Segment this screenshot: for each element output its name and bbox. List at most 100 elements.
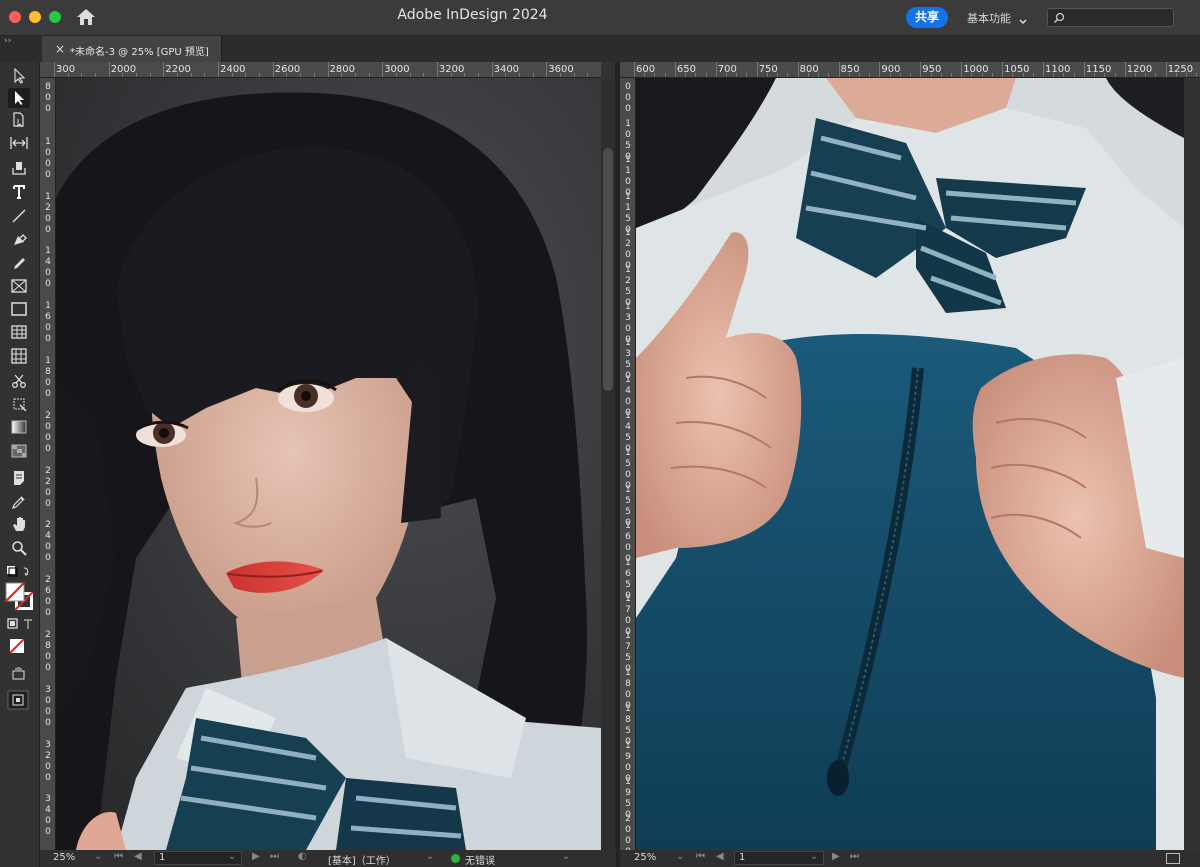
last-page-icon[interactable]: ⏭ (850, 851, 859, 862)
ruler-tick-label: 8 0 0 (45, 82, 51, 114)
ruler-minor-tick (930, 73, 932, 77)
ruler-major-tick (491, 62, 493, 77)
ruler-tick-label: 300 (56, 64, 76, 75)
page-tool-icon[interactable] (8, 110, 30, 130)
ruler-major-tick (1083, 62, 1085, 77)
note-tool-icon[interactable] (8, 468, 30, 488)
ruler-minor-tick (300, 73, 302, 77)
first-page-icon[interactable]: ⏮ (114, 851, 123, 862)
vertical-ruler-left: 8 0 0 1 0 0 0 1 2 0 0 1 4 0 0 1 6 0 0 1 8 0 0… (40, 78, 56, 850)
ruler-major-tick (879, 62, 881, 77)
window-mode-icon[interactable] (1166, 853, 1180, 864)
previous-page-icon[interactable]: ◀ (134, 851, 142, 862)
ruler-major-tick (218, 62, 220, 77)
preflight-profile[interactable]: [基本]（工作） (328, 852, 396, 867)
chevron-down-icon[interactable]: ⌄ (94, 851, 102, 862)
grid-tool-icon[interactable] (8, 346, 30, 366)
screen-mode-icon[interactable] (10, 666, 28, 680)
chevron-down-icon[interactable]: ⌄ (676, 851, 684, 862)
app-title: Adobe InDesign 2024 (397, 7, 548, 23)
zoom-level[interactable]: 25% (53, 852, 75, 863)
content-collector-icon[interactable] (8, 158, 30, 178)
rectangle-frame-tool-icon[interactable] (8, 277, 30, 297)
pencil-tool-icon[interactable] (8, 254, 30, 274)
chevron-down-icon[interactable]: ⌄ (228, 851, 236, 862)
ruler-tick-label: 1100 (1045, 64, 1071, 75)
zoom-tool-icon[interactable] (8, 538, 30, 558)
document-tab-title[interactable]: *未命名-3 @ 25% [GPU 预览] (70, 43, 209, 58)
chevron-down-icon[interactable]: ⌄ (810, 851, 818, 862)
zoom-level[interactable]: 25% (634, 852, 656, 863)
ruler-tick-label: 600 (636, 64, 656, 75)
ruler-minor-tick (746, 73, 748, 77)
tab-close-icon[interactable]: × (55, 42, 65, 56)
ruler-minor-tick (705, 73, 707, 77)
ruler-minor-tick (177, 73, 179, 77)
ruler-minor-tick (95, 73, 97, 77)
horizontal-ruler-left: 3002000220024002600280030003200340036003 (40, 62, 601, 78)
ruler-minor-tick (777, 73, 779, 77)
ruler-major-tick (108, 62, 110, 77)
ruler-minor-tick (664, 73, 666, 77)
first-page-icon[interactable]: ⏮ (696, 851, 705, 862)
selection-tool-icon[interactable] (8, 66, 30, 86)
ruler-tick-label: 1150 (1085, 64, 1112, 75)
last-page-icon[interactable]: ⏭ (270, 851, 279, 862)
ruler-minor-tick (313, 73, 315, 77)
share-button[interactable]: 共享 (906, 7, 948, 28)
chevron-down-icon[interactable]: ⌄ (426, 851, 434, 862)
type-tool-icon[interactable] (8, 182, 30, 202)
ruler-tick-label: 850 (840, 64, 860, 75)
eyedropper-icon[interactable] (8, 492, 30, 512)
next-page-icon[interactable]: ▶ (252, 851, 260, 862)
next-page-icon[interactable]: ▶ (832, 851, 840, 862)
ruler-tick-label: 900 (881, 64, 901, 75)
search-input[interactable] (1047, 8, 1174, 27)
formatting-affects-icon[interactable] (6, 616, 36, 630)
collapse-panel-icon[interactable]: ›› (4, 36, 11, 46)
preview-mode-icon[interactable] (7, 690, 31, 710)
workspace-switcher[interactable]: 基本功能 (967, 10, 1011, 26)
gradient-feather-tool-icon[interactable] (8, 442, 30, 462)
chevron-down-icon[interactable] (1018, 12, 1028, 25)
ruler-minor-tick (204, 73, 206, 77)
gradient-swatch-tool-icon[interactable] (8, 418, 30, 438)
rectangle-tool-icon[interactable] (8, 300, 30, 320)
portrait-image-left[interactable] (56, 78, 601, 850)
line-tool-icon[interactable] (8, 206, 30, 226)
default-fill-stroke-icon[interactable] (6, 564, 32, 578)
ruler-major-tick (382, 62, 384, 77)
ruler-minor-tick (245, 73, 247, 77)
fill-stroke-swatch[interactable] (5, 582, 35, 612)
ruler-tick-label: 3200 (438, 64, 465, 75)
ruler-minor-tick (1145, 73, 1147, 77)
scissors-icon[interactable] (8, 371, 30, 391)
table-tool-icon[interactable] (8, 323, 30, 343)
gap-tool-icon[interactable] (8, 134, 30, 154)
ruler-tick-label: 3 2 0 0 (45, 739, 51, 783)
ruler-minor-tick (532, 73, 534, 77)
chevron-down-icon[interactable]: ⌄ (562, 851, 570, 862)
ruler-tick-label: 1 0 0 0 (45, 136, 51, 180)
torso-image-right[interactable] (636, 78, 1184, 850)
free-transform-tool-icon[interactable] (8, 394, 30, 414)
ruler-minor-tick (1114, 73, 1116, 77)
ruler-major-tick (961, 62, 963, 77)
ruler-minor-tick (889, 73, 891, 77)
ruler-minor-tick (1196, 73, 1198, 77)
preflight-status[interactable]: 无错误 (465, 852, 495, 867)
apply-none-icon[interactable] (8, 638, 30, 654)
ruler-minor-tick (464, 73, 466, 77)
ruler-major-tick (634, 62, 635, 77)
direct-selection-tool-icon[interactable] (8, 88, 30, 108)
ruler-minor-tick (654, 73, 656, 77)
ruler-minor-tick (736, 73, 738, 77)
status-bar-left: 25% ⌄ ⏮ ◀ 1 ⌄ ▶ ⏭ ◐ [基本]（工作） ⌄ 无错误 ⌄ (40, 850, 616, 867)
hand-tool-icon[interactable] (8, 514, 30, 534)
pen-tool-icon[interactable] (8, 230, 30, 250)
ruler-minor-tick (1012, 73, 1014, 77)
scrollbar-thumb[interactable] (603, 148, 613, 391)
ruler-minor-tick (1053, 73, 1055, 77)
previous-page-icon[interactable]: ◀ (716, 851, 724, 862)
ruler-minor-tick (991, 73, 993, 77)
